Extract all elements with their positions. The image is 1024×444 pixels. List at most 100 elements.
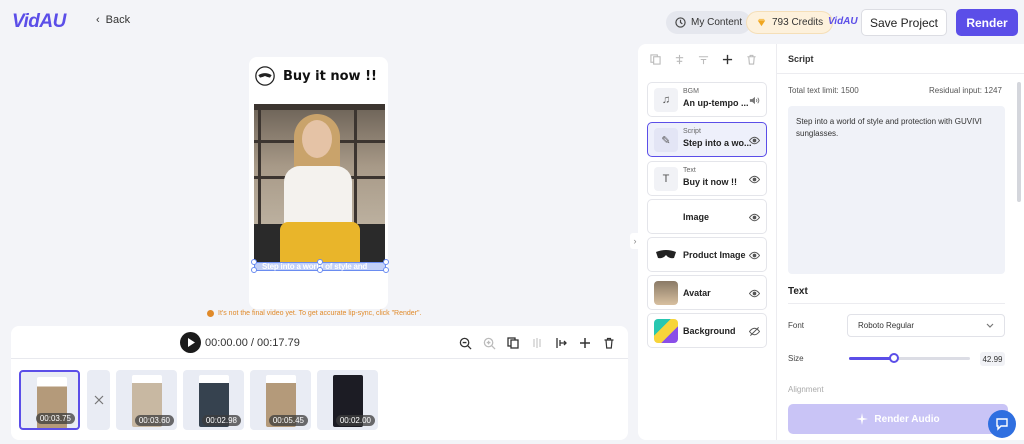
script-panel-divider: [776, 73, 1024, 74]
credits-label: 793 Credits: [772, 17, 824, 28]
timeline-clip[interactable]: 00:02.00: [317, 370, 378, 430]
avatar-shirt: [284, 166, 352, 226]
align-icon: [675, 54, 684, 64]
duplicate-clip-button[interactable]: [505, 335, 521, 351]
eye-icon[interactable]: [749, 174, 760, 185]
zoom-in-button[interactable]: [481, 335, 497, 351]
layer-script[interactable]: ✎ Script Step into a wo...: [647, 122, 767, 157]
sunglasses-icon: [654, 243, 678, 267]
clip-duration: 00:03.60: [134, 415, 174, 426]
size-value-input[interactable]: 42.99: [980, 352, 1005, 366]
copy-layer-button[interactable]: [648, 52, 663, 67]
resize-handle[interactable]: [251, 267, 257, 273]
collapse-panel-button[interactable]: ›: [630, 233, 640, 249]
total-text-limit: Total text limit: 1500: [788, 86, 859, 95]
add-clip-button[interactable]: [577, 335, 593, 351]
trim-clip-button[interactable]: [553, 335, 569, 351]
ad-title[interactable]: Buy it now !!: [283, 69, 377, 84]
timeline-clip[interactable]: 00:05.45: [250, 370, 311, 430]
layer-name: Buy it now !!: [683, 177, 737, 187]
plus-icon: [722, 54, 733, 64]
text-icon: T: [654, 167, 678, 191]
duplicate-icon: [507, 337, 519, 349]
resize-handle[interactable]: [251, 259, 257, 265]
align-layer-button[interactable]: [672, 52, 687, 67]
layer-name: Product Image: [683, 250, 746, 260]
transition-slot[interactable]: [87, 370, 110, 430]
app-logo[interactable]: VidAU: [12, 11, 66, 33]
timeline-clip[interactable]: 00:03.75: [19, 370, 80, 430]
timeline-clip[interactable]: 00:03.60: [116, 370, 177, 430]
script-textarea[interactable]: Step into a world of style and protectio…: [788, 106, 1005, 274]
script-icon: ✎: [654, 128, 678, 152]
layer-bgm[interactable]: ♫ BGM An up-tempo ...: [647, 82, 767, 117]
script-panel-title: Script: [788, 54, 814, 64]
back-button[interactable]: ‹ Back: [96, 14, 130, 26]
size-label: Size: [788, 354, 804, 363]
eye-icon[interactable]: [749, 212, 760, 223]
render-button[interactable]: Render: [956, 9, 1018, 36]
my-content-label: My Content: [691, 17, 743, 28]
size-slider-fill: [849, 357, 894, 360]
layer-caption: BGM: [683, 88, 699, 95]
resize-handle[interactable]: [317, 259, 323, 265]
resize-handle[interactable]: [383, 259, 389, 265]
subtitle-text[interactable]: Step into a world of style and: [262, 262, 367, 271]
lip-sync-notice: It's not the final video yet. To get acc…: [207, 310, 421, 317]
plus-icon: [580, 338, 590, 348]
resize-handle[interactable]: [317, 267, 323, 273]
layer-background[interactable]: Background: [647, 313, 767, 348]
timeline-clip[interactable]: 00:02.98: [183, 370, 244, 430]
chat-support-button[interactable]: [988, 410, 1016, 438]
size-slider-knob[interactable]: [888, 353, 899, 363]
volume-icon[interactable]: [749, 95, 760, 106]
clip-duration: 00:05.45: [268, 415, 308, 426]
credits-badge[interactable]: 793 Credits: [746, 11, 834, 34]
layer-name: Avatar: [683, 288, 711, 298]
render-audio-button[interactable]: Render Audio: [788, 404, 1008, 434]
play-icon: [187, 338, 195, 347]
avatar-face: [302, 120, 332, 158]
layer-text[interactable]: T Text Buy it now !!: [647, 161, 767, 196]
delete-layer-button[interactable]: [744, 52, 759, 67]
split-clip-button[interactable]: [529, 335, 545, 351]
eye-icon[interactable]: [749, 135, 760, 146]
clip-duration: 00:02.98: [201, 415, 241, 426]
arrange-icon: [698, 55, 709, 64]
copy-icon: [650, 53, 661, 65]
arrange-layer-button[interactable]: [696, 52, 711, 67]
avatar-video-frame[interactable]: [254, 104, 385, 262]
residual-input: Residual input: 1247: [929, 86, 1002, 95]
layer-toolbar: [648, 51, 768, 67]
layer-product-image[interactable]: Product Image: [647, 237, 767, 272]
image-icon: [654, 205, 678, 229]
save-project-button[interactable]: Save Project: [861, 9, 947, 36]
playback-time: 00:00.00 / 00:17.79: [205, 337, 300, 349]
eye-icon[interactable]: [749, 250, 760, 261]
resize-handle[interactable]: [383, 267, 389, 273]
chevron-right-icon: ›: [633, 236, 637, 246]
delete-clip-button[interactable]: [601, 335, 617, 351]
eye-hidden-icon[interactable]: [749, 326, 760, 337]
font-select[interactable]: Roboto Regular: [847, 314, 1005, 337]
chevron-left-icon: ‹: [96, 14, 100, 26]
layer-name: Step into a wo...: [683, 138, 751, 148]
layer-avatar[interactable]: Avatar: [647, 275, 767, 310]
layer-image[interactable]: Image: [647, 199, 767, 234]
size-slider[interactable]: [849, 357, 970, 360]
eye-icon[interactable]: [749, 288, 760, 299]
zoom-out-button[interactable]: [457, 335, 473, 351]
shelf-post-left: [258, 110, 261, 224]
panel-scrollbar[interactable]: [1017, 82, 1021, 202]
avatar-pants: [280, 222, 360, 262]
add-layer-button[interactable]: [720, 52, 735, 67]
sunglasses-logo-icon: [255, 66, 275, 86]
background-icon: [654, 319, 678, 343]
play-button[interactable]: [180, 332, 201, 353]
sunglasses-thumbnail: [656, 250, 676, 259]
clock-icon: [675, 17, 686, 28]
timeline-divider: [11, 358, 628, 359]
brand-mini-logo: VidAU: [828, 16, 858, 27]
layer-caption: Text: [683, 167, 696, 174]
my-content-button[interactable]: My Content: [666, 11, 752, 34]
